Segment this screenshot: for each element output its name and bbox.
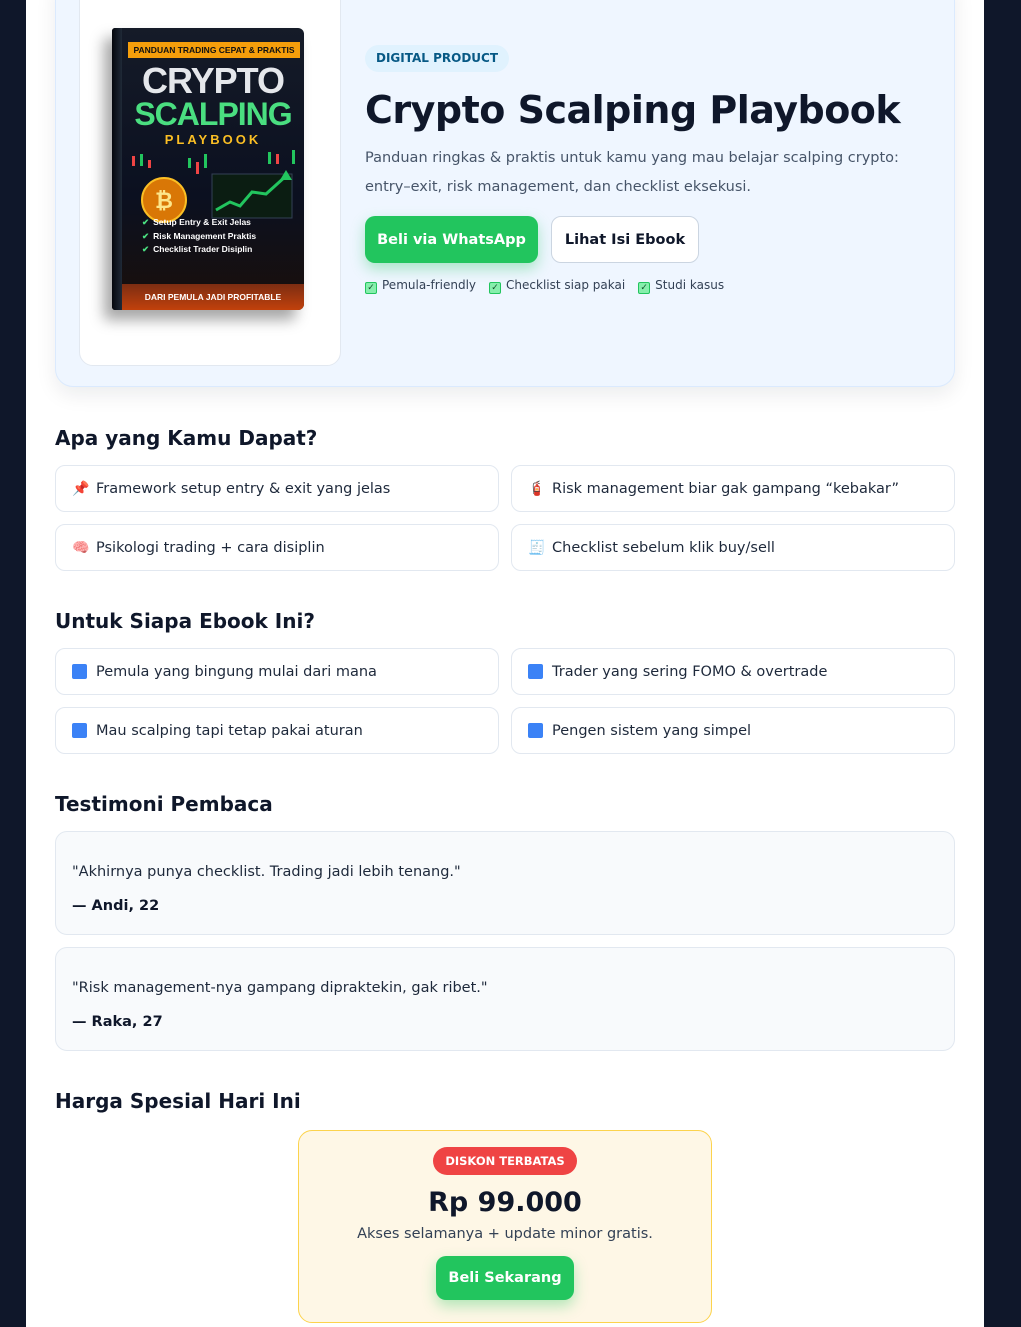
hero-info: DIGITAL PRODUCT Crypto Scalping Playbook…: [365, 45, 945, 294]
audience-label: Pengen sistem yang simpel: [552, 722, 752, 739]
benefit-label: Checklist sebelum klik buy/sell: [552, 539, 775, 556]
audience-label: Mau scalping tapi tetap pakai aturan: [96, 722, 363, 739]
blue-square-icon: [72, 664, 87, 679]
brain-icon: 🧠: [72, 539, 90, 556]
testimonial-author: — Andi, 22: [72, 898, 160, 914]
testimonial-card: "Risk management-nya gampang dipraktekin…: [55, 947, 955, 1051]
svg-text:₿: ₿: [155, 188, 173, 213]
pricing-heading: Harga Spesial Hari Ini: [55, 1089, 301, 1113]
benefit-card: 🧠 Psikologi trading + cara disiplin: [55, 524, 499, 571]
audience-heading: Untuk Siapa Ebook Ini?: [55, 609, 315, 633]
hero-description: Panduan ringkas & praktis untuk kamu yan…: [365, 150, 899, 195]
audience-label: Trader yang sering FOMO & overtrade: [552, 663, 828, 680]
check-icon: ✓: [365, 282, 377, 294]
blue-square-icon: [528, 723, 543, 738]
feature-check-label: Studi kasus: [655, 278, 725, 292]
book-title-line3: PLAYBOOK: [164, 132, 262, 147]
buy-whatsapp-button[interactable]: Beli via WhatsApp: [365, 216, 538, 263]
check-icon: ✓: [638, 282, 651, 294]
check-icon: ✓: [489, 282, 502, 294]
benefit-card: 🧾 Checklist sebelum klik buy/sell: [511, 524, 955, 571]
pricing-card: DISKON TERBATAS Rp 99.000 Akses selamany…: [298, 1130, 712, 1323]
testimonials-heading: Testimoni Pembaca: [55, 792, 273, 816]
book-bullet: Checklist Trader Disiplin: [153, 244, 253, 254]
audience-card: Mau scalping tapi tetap pakai aturan: [55, 707, 499, 754]
blue-square-icon: [72, 723, 87, 738]
audience-card: Trader yang sering FOMO & overtrade: [511, 648, 955, 695]
benefit-label: Framework setup entry & exit yang jelas: [96, 480, 391, 497]
book-title-line2: SCALPING: [134, 96, 292, 132]
book-bullet: Setup Entry & Exit Jelas: [153, 217, 251, 227]
book-bullets: ✔ Setup Entry & Exit Jelas ✔ Risk Manageme…: [142, 217, 257, 254]
discount-badge: DISKON TERBATAS: [433, 1147, 577, 1175]
page-title: Crypto Scalping Playbook: [365, 88, 901, 132]
audience-card: Pemula yang bingung mulai dari mana: [55, 648, 499, 695]
book-ribbon: PANDUAN TRADING CEPAT & PRAKTIS: [128, 42, 300, 58]
book-spine: [112, 28, 122, 310]
testimonial-quote: "Akhirnya punya checklist. Trading jadi …: [72, 864, 461, 880]
audience-card: Pengen sistem yang simpel: [511, 707, 955, 754]
view-contents-button[interactable]: Lihat Isi Ebook: [551, 216, 699, 263]
testimonial-author: — Raka, 27: [72, 1014, 163, 1030]
benefits-grid: 📌 Framework setup entry & exit yang jelas…: [55, 465, 955, 571]
feature-check-item: ✓ Pemula-friendly: [365, 278, 476, 294]
book-title-line1: CRYPTO: [141, 60, 285, 101]
testimonial-quote: "Risk management-nya gampang dipraktekin…: [72, 980, 488, 996]
audience-label: Pemula yang bingung mulai dari mana: [96, 663, 377, 680]
benefit-label: Risk management biar gak gampang “kebaka…: [552, 480, 900, 497]
price-value: Rp 99.000: [428, 1187, 582, 1218]
feature-checks: ✓ Pemula-friendly ✓ Checklist siap pakai ✓…: [365, 278, 945, 294]
book-cover-image: PANDUAN TRADING CEPAT & PRAKTIS CRYPTO S…: [112, 28, 304, 310]
price-subtitle: Akses selamanya + update minor gratis.: [357, 1226, 653, 1242]
benefit-card: 📌 Framework setup entry & exit yang jelas: [55, 465, 499, 512]
benefits-heading: Apa yang Kamu Dapat?: [55, 426, 318, 450]
hero-button-row: Beli via WhatsApp Lihat Isi Ebook: [365, 216, 945, 263]
pushpin-icon: 📌: [72, 480, 90, 497]
fire-extinguisher-icon: 🧯: [528, 480, 546, 497]
page-container: PANDUAN TRADING CEPAT & PRAKTIS CRYPTO S…: [26, 0, 984, 1327]
feature-check-label: Pemula-friendly: [382, 278, 477, 292]
benefit-card: 🧯 Risk management biar gak gampang “kebak…: [511, 465, 955, 512]
book-footer: DARI PEMULA JADI PROFITABLE: [122, 284, 304, 310]
feature-check-item: ✓ Studi kasus: [638, 278, 724, 294]
feature-check-item: ✓ Checklist siap pakai: [489, 278, 625, 294]
receipt-icon: 🧾: [528, 539, 546, 556]
testimonial-card: "Akhirnya punya checklist. Trading jadi …: [55, 831, 955, 935]
book-bullet: Risk Management Praktis: [153, 230, 257, 241]
product-type-badge: DIGITAL PRODUCT: [365, 45, 510, 72]
feature-check-label: Checklist siap pakai: [506, 278, 626, 292]
book-cover-card: PANDUAN TRADING CEPAT & PRAKTIS CRYPTO S…: [79, 0, 341, 366]
benefit-label: Psikologi trading + cara disiplin: [96, 539, 325, 556]
blue-square-icon: [528, 664, 543, 679]
audience-grid: Pemula yang bingung mulai dari mana Trad…: [55, 648, 955, 754]
buy-now-button[interactable]: Beli Sekarang: [436, 1256, 574, 1300]
hero-section: PANDUAN TRADING CEPAT & PRAKTIS CRYPTO S…: [55, 0, 955, 387]
